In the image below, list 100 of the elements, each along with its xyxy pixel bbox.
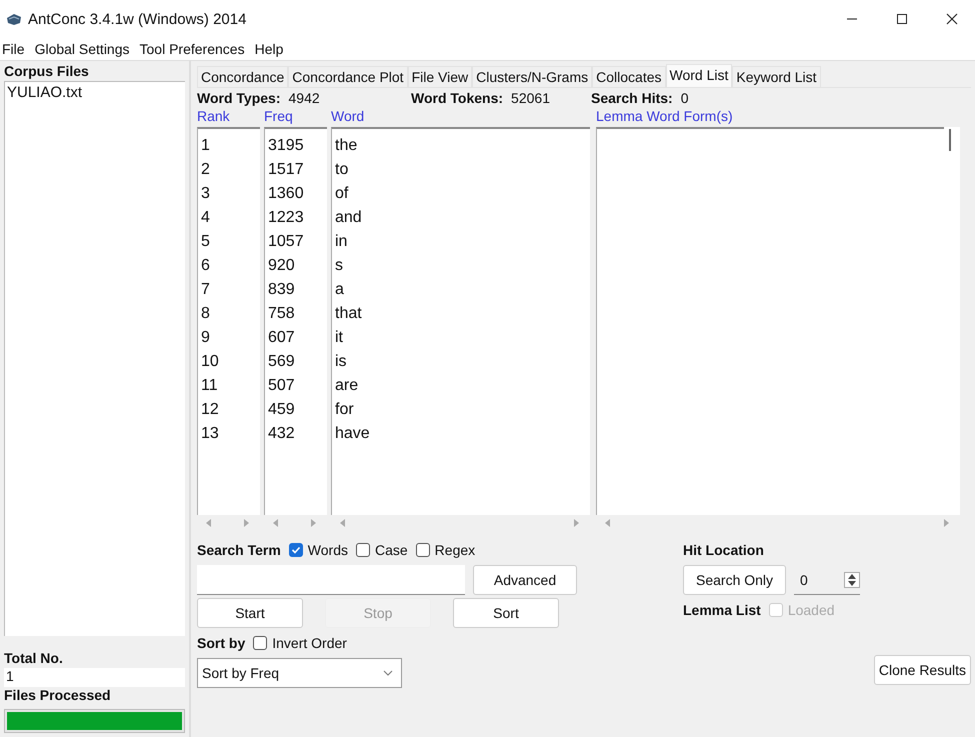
table-cell-text: 758 <box>267 305 296 324</box>
table-cell-text: 839 <box>267 281 296 300</box>
table-cell-text: 607 <box>267 329 296 348</box>
table-cell-text: have <box>334 425 371 444</box>
column-header[interactable]: Freq <box>264 108 327 127</box>
scrollbar-thumb[interactable] <box>949 129 951 151</box>
table-cell-text: 3195 <box>267 137 305 156</box>
tab[interactable]: Keyword List <box>732 66 821 87</box>
table-cell-text: the <box>334 137 358 156</box>
hit-location-label: Hit Location <box>683 541 765 560</box>
action-button[interactable]: Start <box>197 598 303 628</box>
spin-value: 0 <box>800 572 808 588</box>
search-only-button[interactable]: Search Only <box>683 565 786 595</box>
maximize-icon <box>896 13 908 25</box>
table-cell-text: 507 <box>267 377 296 396</box>
table-cell-text: 4 <box>200 209 211 228</box>
table-cell-text: 1517 <box>267 161 305 180</box>
action-button[interactable]: Sort <box>453 598 559 628</box>
scroll-right-icon <box>309 518 317 528</box>
table-cell-text: 920 <box>267 257 296 276</box>
app-icon <box>6 12 22 26</box>
table-cell-text: 10 <box>200 353 220 372</box>
table-cell-text: 3 <box>200 185 211 204</box>
checkbox[interactable] <box>356 543 370 557</box>
total-value: 1 <box>4 668 185 687</box>
search-term-label: Search Term <box>197 542 281 558</box>
stat-value: 0 <box>680 90 688 106</box>
menu-item[interactable]: File <box>2 41 25 57</box>
table-cell-text: to <box>334 161 350 180</box>
chevron-down-icon <box>383 670 393 676</box>
scroll-left-icon <box>205 518 213 528</box>
checkbox-label: Words <box>308 542 348 558</box>
checkbox-label: Loaded <box>788 602 835 618</box>
table-cell-text: 432 <box>267 425 296 444</box>
table-cell-text: that <box>334 305 363 324</box>
stat-label: Word Types: <box>197 90 280 106</box>
clone-results-button[interactable]: Clone Results <box>874 655 971 685</box>
scroll-left-icon <box>339 518 347 528</box>
sort-by-label: Sort by <box>197 635 246 651</box>
table-cell-text: 459 <box>267 401 296 420</box>
column-header[interactable]: Lemma Word Form(s) <box>596 108 960 127</box>
search-field[interactable] <box>197 565 465 595</box>
table-cell-text: 1360 <box>267 185 305 204</box>
table-cell-text: 569 <box>267 353 296 372</box>
scroll-left-icon <box>604 518 612 528</box>
table-cell-text: 1 <box>200 137 211 156</box>
table-cell-text: 8 <box>200 305 211 324</box>
sort-dropdown[interactable]: Sort by Freq <box>197 658 402 688</box>
advanced-button[interactable]: Advanced <box>473 565 577 595</box>
close-icon <box>946 13 958 25</box>
table-cell-text: 9 <box>200 329 211 348</box>
table-cell-text: and <box>334 209 363 228</box>
checkbox-label: Case <box>374 542 408 558</box>
menu-item[interactable]: Tool Preferences <box>140 41 245 57</box>
spinner-arrows[interactable] <box>844 572 860 588</box>
scroll-left-icon <box>272 518 280 528</box>
stat-value: 4942 <box>288 90 320 106</box>
table-cell-text: 11 <box>200 377 219 396</box>
window-title: AntConc 3.4.1w (Windows) 2014 <box>28 10 246 28</box>
tab[interactable]: Collocates <box>592 66 666 87</box>
tab[interactable]: Concordance Plot <box>288 66 408 87</box>
menu-item[interactable]: Global Settings <box>34 41 130 57</box>
menu-item[interactable]: Help <box>254 41 284 57</box>
total-label: Total No. <box>4 650 64 668</box>
table-cell-text: 12 <box>200 401 220 420</box>
table-cell-text: for <box>334 401 355 420</box>
scroll-right-icon <box>572 518 580 528</box>
checkbox-label: Invert Order <box>272 635 347 651</box>
stat-label: Word Tokens: <box>411 90 504 106</box>
table-cell-text: it <box>334 329 344 348</box>
checkbox[interactable] <box>288 543 303 557</box>
stat-value: 52061 <box>511 90 550 106</box>
table-cell-text: a <box>334 281 345 300</box>
tab[interactable]: Word List <box>666 64 732 87</box>
checkbox-label: Regex <box>434 542 476 558</box>
table-cell-text: 5 <box>200 233 211 252</box>
table-cell-text: s <box>334 257 344 276</box>
stat-label: Search Hits: <box>591 90 673 106</box>
column-header[interactable]: Word <box>331 108 590 127</box>
checkbox[interactable] <box>253 636 268 650</box>
table-cell-text: 6 <box>200 257 211 276</box>
table-cell-text: 13 <box>200 425 220 444</box>
check-icon <box>290 545 301 555</box>
down-arrow-icon <box>848 580 856 586</box>
tab[interactable]: Concordance <box>197 66 288 87</box>
table-cell-text: of <box>334 185 350 204</box>
checkbox[interactable] <box>416 543 430 557</box>
tab[interactable]: Clusters/N-Grams <box>472 66 592 87</box>
table-cell-text: are <box>334 377 360 396</box>
scroll-right-icon <box>242 518 250 528</box>
table-cell-text: in <box>334 233 348 252</box>
corpus-files-heading: Corpus Files <box>4 63 90 81</box>
tab[interactable]: File View <box>408 66 472 87</box>
table-cell-text: 7 <box>200 281 211 300</box>
up-arrow-icon <box>848 574 856 578</box>
table-cell-text: 2 <box>200 161 211 180</box>
table-cell-text: is <box>334 353 348 372</box>
column-header[interactable]: Rank <box>197 108 260 127</box>
corpus-file-name[interactable]: YULIAO.txt <box>7 84 183 101</box>
files-processed-label: Files Processed <box>4 687 112 705</box>
